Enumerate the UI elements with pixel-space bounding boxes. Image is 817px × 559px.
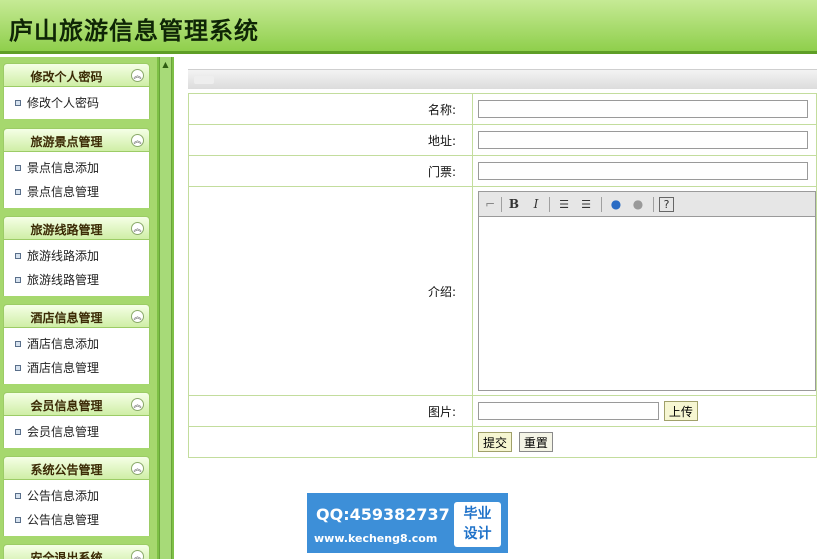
menu-group-header[interactable]: 安全退出系统 ︽ — [3, 544, 150, 559]
bullet-icon — [15, 165, 21, 171]
watermark-banner: QQ:459382737 www.kecheng8.com 毕业 设计 — [307, 493, 508, 553]
collapse-icon[interactable]: ︽ — [131, 134, 144, 147]
sidebar-item-manage-hotels[interactable]: 酒店信息管理 — [4, 356, 149, 380]
bullet-icon — [15, 365, 21, 371]
intro-editor-area[interactable] — [479, 218, 815, 390]
name-input[interactable] — [478, 100, 808, 118]
attraction-form: 名称: 地址: 门票: 介绍: ⌐ B I ☰ ☰ ● ● ? 图片: 上传 提… — [188, 93, 817, 458]
menu-group-members: 会员信息管理 ︽ 会员信息管理 — [3, 392, 150, 448]
scrollbar-track[interactable] — [159, 57, 172, 559]
watermark-badge-line2: 设计 — [463, 526, 492, 542]
menu-group-title: 会员信息管理 — [30, 399, 103, 413]
panel-title-bar — [188, 69, 817, 89]
app-header: 庐山旅游信息管理系统 — [0, 0, 817, 54]
watermark-badge: 毕业 设计 — [454, 502, 501, 547]
bullet-icon — [15, 517, 21, 523]
sidebar-item-manage-routes[interactable]: 旅游线路管理 — [4, 268, 149, 292]
italic-button[interactable]: I — [527, 196, 545, 213]
bullet-icon — [15, 253, 21, 259]
editor-toolbar: ⌐ B I ☰ ☰ ● ● ? — [479, 192, 815, 217]
sidebar-scrollbar[interactable]: ▲ — [157, 57, 174, 559]
address-label: 地址: — [188, 124, 473, 156]
menu-group-header[interactable]: 旅游线路管理 ︽ — [3, 216, 150, 240]
menu-group-header[interactable]: 旅游景点管理 ︽ — [3, 128, 150, 152]
menu-group-title: 酒店信息管理 — [30, 311, 103, 325]
menu-group-header[interactable]: 酒店信息管理 ︽ — [3, 304, 150, 328]
sidebar-item-add-route[interactable]: 旅游线路添加 — [4, 244, 149, 268]
bullet-icon — [15, 100, 21, 106]
menu-group-title: 修改个人密码 — [30, 70, 103, 84]
ticket-label: 门票: — [188, 155, 473, 187]
image-path-input[interactable] — [478, 402, 659, 420]
collapse-icon[interactable]: ︽ — [131, 69, 144, 82]
reset-button[interactable]: 重置 — [518, 432, 553, 452]
help-button[interactable]: ? — [659, 197, 674, 212]
bullet-icon — [15, 341, 21, 347]
collapse-icon[interactable]: ︽ — [131, 310, 144, 323]
menu-group-title: 安全退出系统 — [30, 551, 103, 559]
menu-group-header[interactable]: 系统公告管理 ︽ — [3, 456, 150, 480]
address-input[interactable] — [478, 131, 808, 149]
menu-group-header[interactable]: 会员信息管理 ︽ — [3, 392, 150, 416]
menu-group-hotels: 酒店信息管理 ︽ 酒店信息添加 酒店信息管理 — [3, 304, 150, 384]
sidebar-item-manage-notices[interactable]: 公告信息管理 — [4, 508, 149, 532]
bullet-icon — [15, 429, 21, 435]
unordered-list-icon[interactable]: ☰ — [577, 196, 595, 213]
bullet-icon — [15, 493, 21, 499]
watermark-qq: QQ:459382737 — [316, 505, 450, 524]
intro-rich-editor: ⌐ B I ☰ ☰ ● ● ? — [478, 191, 816, 391]
menu-group-attractions: 旅游景点管理 ︽ 景点信息添加 景点信息管理 — [3, 128, 150, 208]
name-label: 名称: — [188, 93, 473, 125]
sidebar-item-change-password[interactable]: 修改个人密码 — [4, 91, 149, 115]
sidebar: 修改个人密码 ︽ 修改个人密码 旅游景点管理 ︽ 景点信息添加 景点信息管理 旅… — [0, 57, 157, 559]
empty-label-cell — [188, 426, 473, 458]
collapse-icon[interactable]: ︽ — [131, 222, 144, 235]
scroll-up-arrow-icon[interactable]: ▲ — [160, 60, 171, 70]
image-label: 图片: — [188, 395, 473, 427]
collapse-icon[interactable]: ︽ — [131, 398, 144, 411]
toolbar-handle-icon: ⌐ — [484, 197, 496, 211]
panel-tab-decoration — [194, 76, 214, 84]
bold-button[interactable]: B — [505, 196, 523, 213]
menu-group-header[interactable]: 修改个人密码 ︽ — [3, 63, 150, 87]
sidebar-item-add-hotel[interactable]: 酒店信息添加 — [4, 332, 149, 356]
collapse-icon[interactable]: ︽ — [131, 462, 144, 475]
insert-link-icon[interactable]: ● — [607, 196, 625, 213]
sidebar-item-add-attraction[interactable]: 景点信息添加 — [4, 156, 149, 180]
bullet-icon — [15, 189, 21, 195]
app-title: 庐山旅游信息管理系统 — [9, 16, 259, 45]
ticket-input[interactable] — [478, 162, 808, 180]
menu-group-title: 旅游景点管理 — [30, 135, 103, 149]
watermark-badge-line1: 毕业 — [463, 506, 492, 522]
main-content: 名称: 地址: 门票: 介绍: ⌐ B I ☰ ☰ ● ● ? 图片: 上传 提… — [174, 57, 817, 559]
upload-button[interactable]: 上传 — [663, 401, 698, 421]
menu-group-password: 修改个人密码 ︽ 修改个人密码 — [3, 63, 150, 119]
bullet-icon — [15, 277, 21, 283]
intro-label: 介绍: — [188, 186, 473, 396]
collapse-icon[interactable]: ︽ — [131, 550, 144, 559]
menu-group-title: 旅游线路管理 — [30, 223, 103, 237]
menu-group-logout: 安全退出系统 ︽ — [3, 544, 150, 559]
sidebar-item-manage-members[interactable]: 会员信息管理 — [4, 420, 149, 444]
menu-group-routes: 旅游线路管理 ︽ 旅游线路添加 旅游线路管理 — [3, 216, 150, 296]
menu-group-notices: 系统公告管理 ︽ 公告信息添加 公告信息管理 — [3, 456, 150, 536]
ordered-list-icon[interactable]: ☰ — [555, 196, 573, 213]
remove-link-icon[interactable]: ● — [629, 196, 647, 213]
menu-group-title: 系统公告管理 — [30, 463, 103, 477]
sidebar-item-manage-attractions[interactable]: 景点信息管理 — [4, 180, 149, 204]
sidebar-item-add-notice[interactable]: 公告信息添加 — [4, 484, 149, 508]
watermark-url: www.kecheng8.com — [314, 532, 438, 545]
submit-button[interactable]: 提交 — [478, 432, 513, 452]
